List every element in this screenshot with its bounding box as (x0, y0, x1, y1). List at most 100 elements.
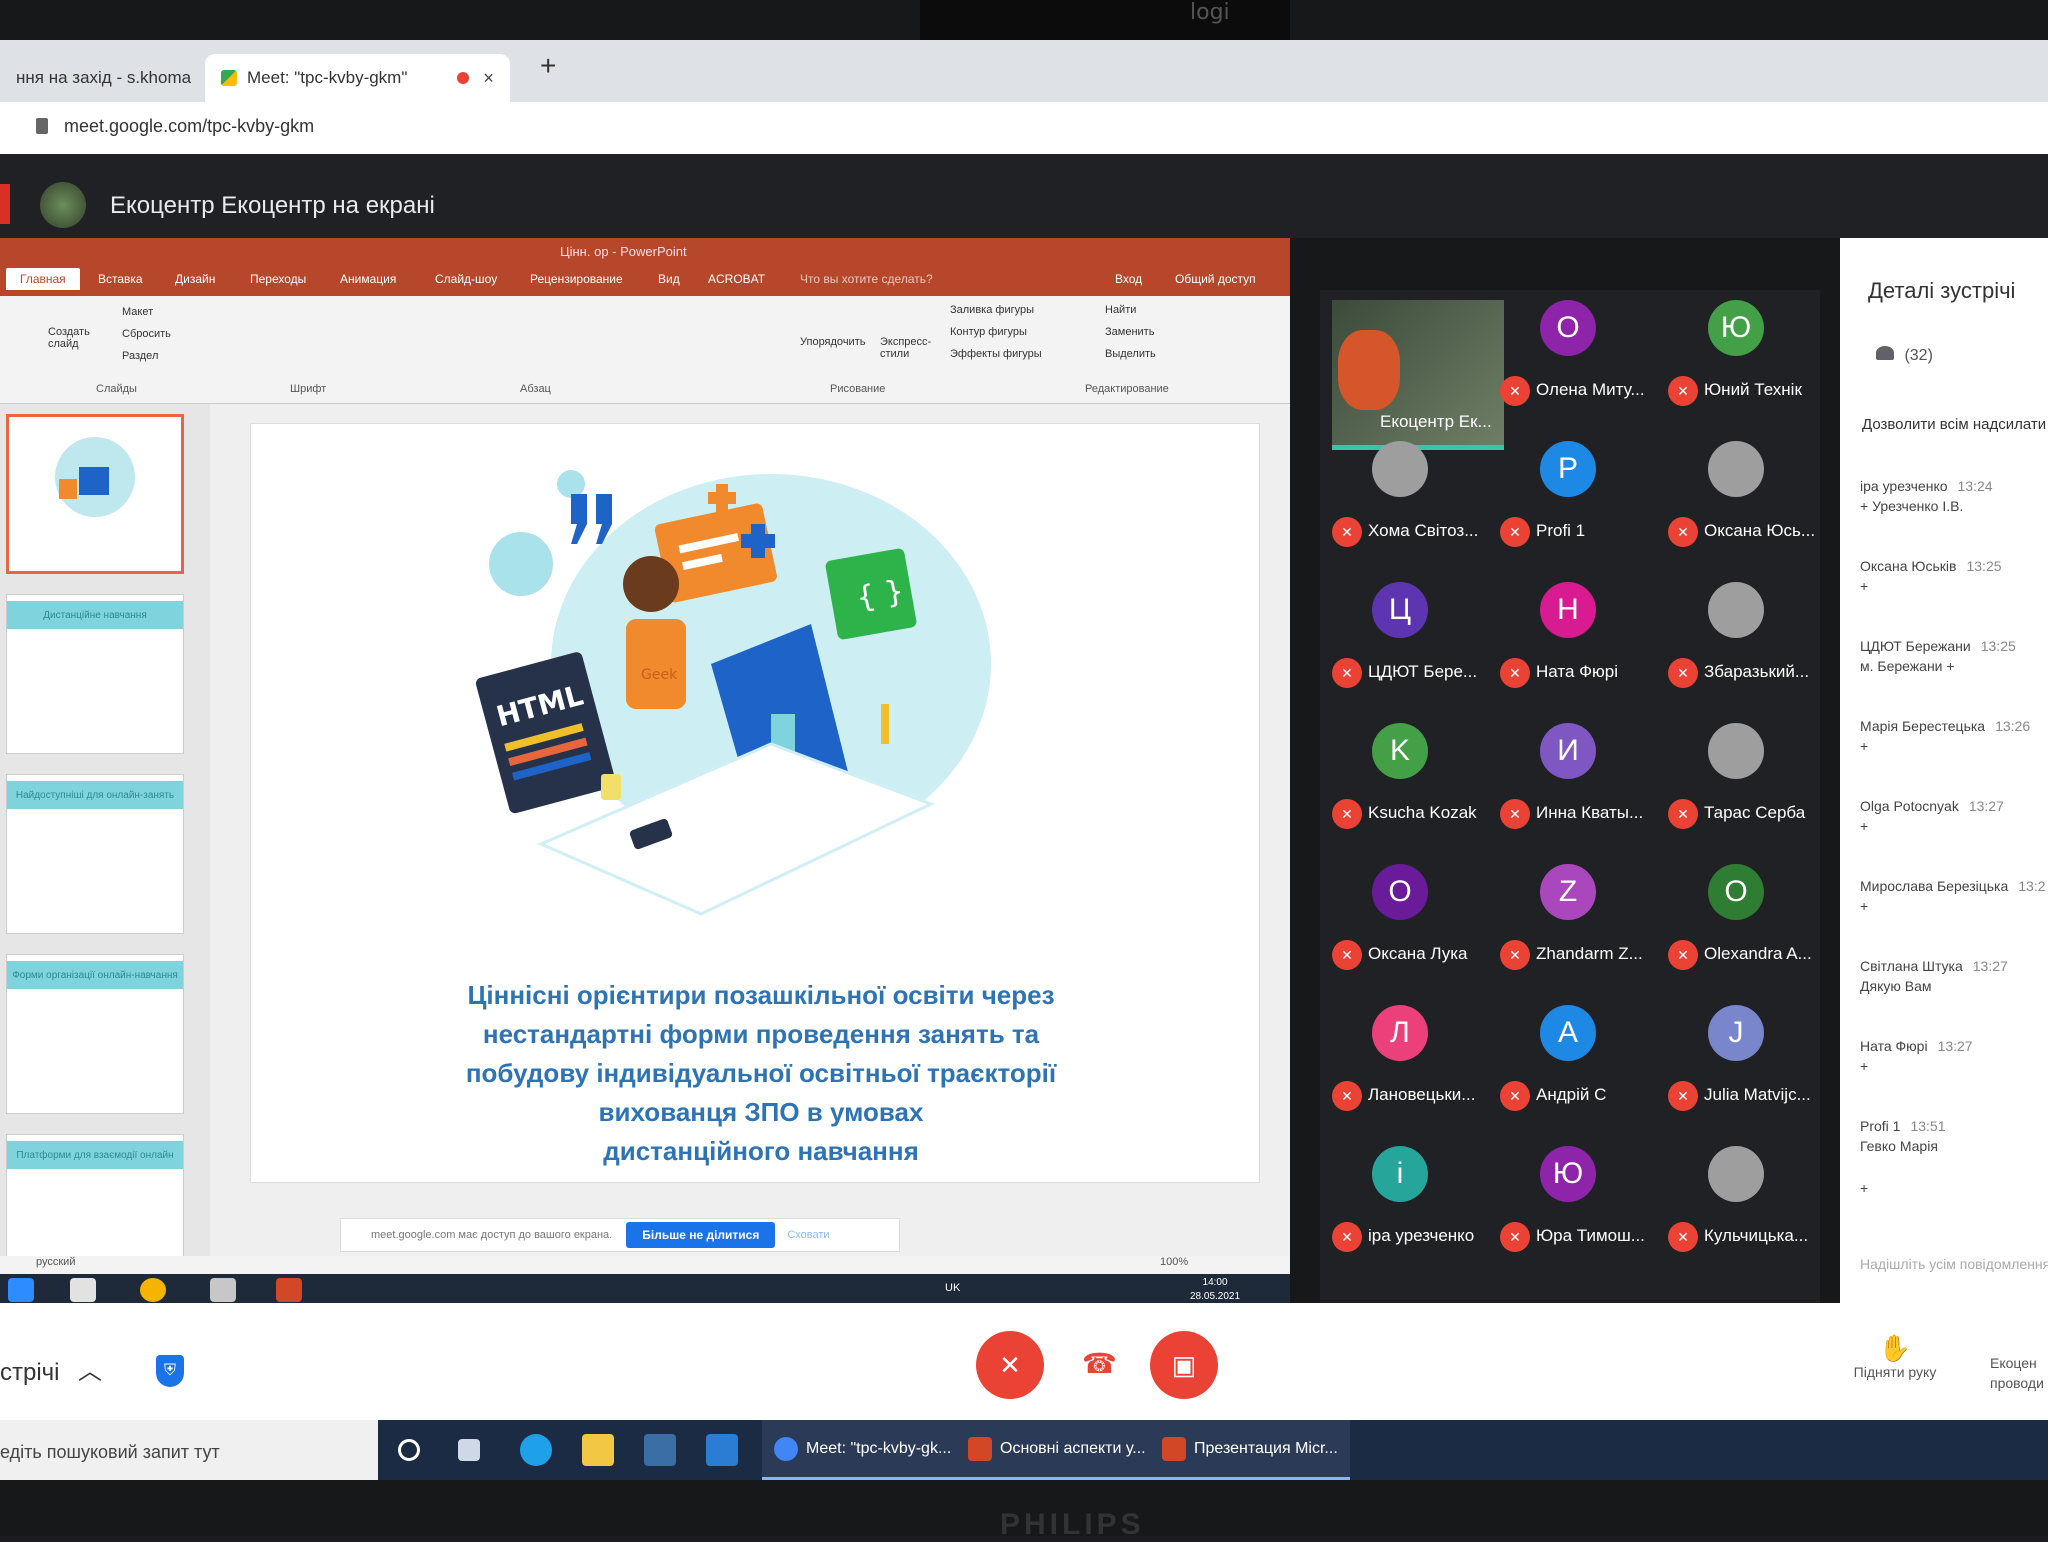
participant-tile[interactable]: ✕ Кульчицька... (1656, 1126, 1824, 1266)
chat-input[interactable]: Надішліть усім повідомлення (1860, 1256, 2048, 1272)
tab-slideshow[interactable]: Слайд-шоу (435, 272, 497, 286)
task-view-icon[interactable] (458, 1439, 480, 1461)
shape-fill-button[interactable]: Заливка фигуры (950, 304, 1034, 316)
participant-tile[interactable]: ✕ Хома Світоз... (1320, 421, 1488, 561)
participant-tile[interactable]: Л ✕ Лановецьки... (1320, 985, 1488, 1125)
select-button[interactable]: Выделить (1105, 348, 1156, 360)
hide-button[interactable]: Сховати (787, 1229, 829, 1241)
shape-outline-button[interactable]: Контур фигуры (950, 326, 1027, 338)
find-button[interactable]: Найти (1105, 304, 1136, 316)
thumbnail-slide-3[interactable]: Найдоступніші для онлайн-занять (6, 774, 184, 934)
url-text[interactable]: meet.google.com/tpc-kvby-gkm (64, 116, 314, 137)
tab-review[interactable]: Рецензирование (530, 272, 623, 286)
allow-all-messages-toggle[interactable]: Дозволити всім надсилати (1862, 416, 2046, 433)
chat-text: м. Бережани + (1860, 658, 1955, 674)
tab-animation[interactable]: Анимация (340, 272, 396, 286)
task-view-circle-icon[interactable] (398, 1439, 420, 1461)
keyboard-language[interactable]: UK (945, 1282, 960, 1294)
group-font: Шрифт (290, 383, 327, 395)
participant-tile[interactable]: ✕ Тарас Серба (1656, 703, 1824, 843)
participant-tile[interactable]: О ✕ Олена Миту... (1488, 280, 1656, 420)
arrange-button[interactable]: Упорядочить (800, 336, 865, 348)
thumbnail-slide-5[interactable]: Платформи для взаємодії онлайн (6, 1134, 184, 1264)
taskbar-app-ppt-1[interactable]: Основні аспекти у... (956, 1420, 1158, 1480)
section-button[interactable]: Раздел (122, 350, 158, 362)
tab-design[interactable]: Дизайн (175, 272, 215, 286)
raise-hand-button[interactable]: ✋ Підняти руку (1840, 1333, 1950, 1380)
participant-tile[interactable]: ✕ Збаразький... (1656, 562, 1824, 702)
browser-tab-gmail[interactable]: ння на захід - s.khoma × (0, 54, 232, 102)
folder-icon[interactable] (582, 1434, 614, 1466)
address-bar[interactable]: meet.google.com/tpc-kvby-gkm (0, 102, 2048, 154)
taskbar-app-meet[interactable]: Meet: "tpc-kvby-gk... (762, 1420, 964, 1480)
thumbnail-slide-2[interactable]: Дистанційне навчання (6, 594, 184, 754)
reset-button[interactable]: Сбросить (122, 328, 171, 340)
participant-count[interactable]: (32) (1876, 346, 1933, 365)
chat-text: + (1860, 818, 1869, 834)
chat-message: Olga Potocnyak 13:27 + (1860, 796, 2004, 836)
thumbnail-slide-4[interactable]: Форми організації онлайн-навчання (6, 954, 184, 1114)
camera-toggle-button[interactable]: ▣ (1150, 1331, 1218, 1399)
participant-tile[interactable]: Екоцентр Ек... (1320, 290, 1504, 450)
share-button[interactable]: Общий доступ (1175, 272, 1256, 286)
chat-text: + Урезченко І.В. (1860, 498, 1964, 514)
login-link[interactable]: Вход (1115, 272, 1142, 286)
mic-off-icon: ✕ (1668, 1081, 1698, 1111)
participant-tile[interactable]: K ✕ Ksucha Kozak (1320, 703, 1488, 843)
edge-icon[interactable] (520, 1434, 552, 1466)
shield-icon[interactable]: ⛨ (156, 1355, 184, 1387)
participant-tile[interactable]: P ✕ Profi 1 (1488, 421, 1656, 561)
powerpoint-app-icon[interactable] (276, 1278, 302, 1302)
zoom-app-icon[interactable] (8, 1278, 34, 1302)
acrobat-app-icon[interactable] (70, 1278, 96, 1302)
windows-taskbar: едіть пошуковий запит тут Meet: "tpc-kvb… (0, 1420, 2048, 1480)
screen-share-notice: meet.google.com має доступ до вашого екр… (340, 1218, 900, 1252)
chat-message: Мирослава Березіцька 13:2 + (1860, 876, 2046, 916)
participant-tile[interactable]: Н ✕ Ната Фюрі (1488, 562, 1656, 702)
tab-transitions[interactable]: Переходы (250, 272, 306, 286)
taskbar-app-ppt-2[interactable]: Презентация Micr... (1150, 1420, 1350, 1480)
chat-author: Марія Берестецька (1860, 718, 1986, 734)
chat-author: ЦДЮТ Бережани (1860, 638, 1971, 654)
participant-tile[interactable]: Z ✕ Zhandarm Z... (1488, 844, 1656, 984)
new-tab-button[interactable]: + (540, 50, 556, 82)
participant-tile[interactable]: ✕ Оксана Юсь... (1656, 421, 1824, 561)
stop-sharing-button[interactable]: Більше не ділитися (626, 1222, 776, 1248)
hangup-button[interactable]: ☎ (1082, 1347, 1117, 1380)
create-slide-button[interactable]: Создать слайд (48, 326, 98, 350)
mic-off-icon: ✕ (1500, 658, 1530, 688)
zoom-level[interactable]: 100% (1160, 1256, 1188, 1268)
participant-tile[interactable]: О ✕ Оксана Лука (1320, 844, 1488, 984)
tell-me-input[interactable]: Что вы хотите сделать? (800, 272, 933, 286)
tab-view[interactable]: Вид (658, 272, 680, 286)
participant-tile[interactable]: і ✕ іра урезченко (1320, 1126, 1488, 1266)
participant-tile[interactable]: И ✕ Инна Кваты... (1488, 703, 1656, 843)
participant-tile[interactable]: J ✕ Julia Matvijc... (1656, 985, 1824, 1125)
taskbar-search[interactable]: едіть пошуковий запит тут (0, 1442, 220, 1463)
participant-tile[interactable]: Ю ✕ Юний Технік (1656, 280, 1824, 420)
participant-name: Ksucha Kozak (1368, 803, 1477, 822)
store-icon[interactable] (644, 1434, 676, 1466)
tab-insert[interactable]: Вставка (98, 272, 143, 286)
browser-tab-meet[interactable]: Meet: "tpc-kvby-gkm" × (205, 54, 510, 102)
thumbnail-slide-1[interactable] (6, 414, 184, 574)
tab-acrobat[interactable]: ACROBAT (708, 272, 765, 286)
meeting-details-button[interactable]: стрічі (0, 1359, 60, 1387)
participant-tile[interactable]: А ✕ Андрій С (1488, 985, 1656, 1125)
layout-button[interactable]: Макет (122, 306, 153, 318)
express-styles-button[interactable]: Экспресс-стили (880, 336, 931, 360)
mail-icon[interactable] (706, 1434, 738, 1466)
shape-effects-button[interactable]: Эффекты фигуры (950, 348, 1042, 360)
replace-button[interactable]: Заменить (1105, 326, 1154, 338)
participant-tile[interactable]: Ц ✕ ЦДЮТ Бере... (1320, 562, 1488, 702)
participant-tile[interactable]: O ✕ Olexandra A... (1656, 844, 1824, 984)
tab-home[interactable]: Главная (6, 268, 80, 290)
chevron-up-icon[interactable]: ︿ (78, 1351, 102, 1386)
mic-toggle-button[interactable]: ✕ (976, 1331, 1044, 1399)
close-icon[interactable]: × (483, 68, 494, 89)
files-app-icon[interactable] (210, 1278, 236, 1302)
avatar (1708, 582, 1764, 638)
chat-time: 13:25 (1980, 638, 2016, 654)
participant-tile[interactable]: Ю ✕ Юра Тимош... (1488, 1126, 1656, 1266)
chrome-app-icon[interactable] (140, 1278, 166, 1302)
